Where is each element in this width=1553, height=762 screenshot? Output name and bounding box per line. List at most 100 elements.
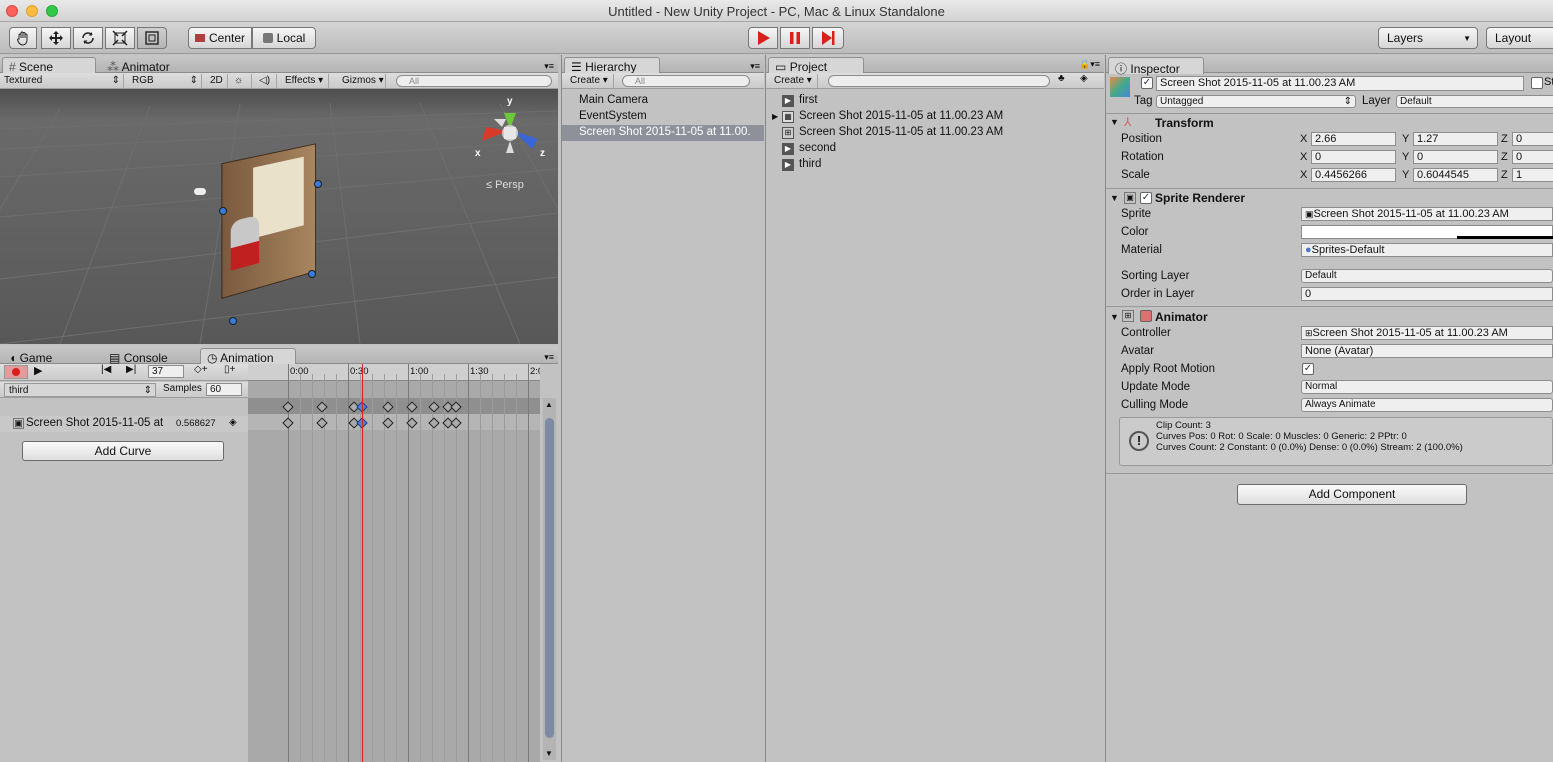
- dopesheet[interactable]: 0:00 0:30 1:00 1:30 2:00: [248, 364, 540, 762]
- frame-input[interactable]: 37: [148, 365, 184, 378]
- update-mode-dropdown[interactable]: Normal: [1301, 380, 1553, 394]
- scene-search-input[interactable]: All: [396, 75, 552, 87]
- rotation-y-input[interactable]: 0: [1413, 150, 1498, 164]
- layers-dropdown[interactable]: Layers ▼: [1378, 27, 1478, 49]
- step-button[interactable]: [812, 27, 844, 49]
- perspective-label[interactable]: ≤ Persp: [486, 179, 524, 191]
- effects-dropdown[interactable]: Effects ▾: [281, 74, 329, 88]
- layer-dropdown[interactable]: Default: [1396, 95, 1553, 108]
- timeline-scrollbar[interactable]: ▲ ▼: [543, 398, 556, 760]
- 2d-toggle[interactable]: 2D: [206, 74, 228, 88]
- panel-menu-icon[interactable]: ▾≡: [544, 61, 554, 72]
- axis-y-label[interactable]: Y: [1402, 169, 1409, 181]
- add-component-button[interactable]: Add Component: [1237, 484, 1467, 505]
- project-item[interactable]: third: [799, 158, 821, 170]
- static-checkbox[interactable]: [1531, 77, 1543, 89]
- rotation-z-input[interactable]: 0: [1512, 150, 1553, 164]
- lighting-toggle[interactable]: ☼: [230, 74, 252, 88]
- sprite-object[interactable]: [221, 143, 316, 300]
- pivot-local-button[interactable]: Local: [252, 27, 316, 49]
- tab-inspector[interactable]: ⓘ Inspector: [1108, 57, 1204, 76]
- object-name-input[interactable]: Screen Shot 2015-11-05 at 11.00.23 AM: [1156, 76, 1524, 91]
- axis-x-label[interactable]: X: [1300, 133, 1307, 145]
- move-tool-button[interactable]: [41, 27, 71, 49]
- rotation-x-input[interactable]: 0: [1311, 150, 1396, 164]
- hierarchy-selected-row[interactable]: Screen Shot 2015-11-05 at 11.00.: [562, 125, 764, 141]
- collapse-arrow-icon[interactable]: ▼: [1110, 117, 1119, 127]
- scale-y-input[interactable]: 0.6044545: [1413, 168, 1498, 182]
- panel-menu-icon[interactable]: ▾≡: [544, 352, 554, 363]
- collapse-arrow-icon[interactable]: ▼: [1110, 312, 1119, 322]
- project-search-input[interactable]: [828, 75, 1050, 87]
- play-button[interactable]: [748, 27, 778, 49]
- tab-project[interactable]: ▭ Project: [768, 57, 864, 74]
- tab-game[interactable]: ◖ Game: [2, 348, 98, 365]
- hierarchy-search-input[interactable]: All: [622, 75, 750, 87]
- axis-z-label[interactable]: Z: [1501, 169, 1508, 181]
- project-item[interactable]: Screen Shot 2015-11-05 at 11.00.23 AM: [799, 110, 1003, 122]
- samples-input[interactable]: 60: [206, 383, 242, 396]
- rect-handle[interactable]: [229, 317, 237, 325]
- avatar-field[interactable]: None (Avatar): [1301, 344, 1553, 358]
- axis-y-label[interactable]: Y: [1402, 151, 1409, 163]
- rect-handle[interactable]: [308, 270, 316, 278]
- sprite-field[interactable]: ▣Screen Shot 2015-11-05 at 11.00.23 AM: [1301, 207, 1553, 221]
- add-event-button[interactable]: ▯+: [224, 364, 235, 375]
- rotate-tool-button[interactable]: [73, 27, 103, 49]
- prev-key-button[interactable]: |◀: [101, 364, 111, 375]
- key-diamond-icon[interactable]: ◈: [229, 417, 237, 428]
- project-item[interactable]: second: [799, 142, 836, 154]
- tag-dropdown[interactable]: Untagged ⇕: [1156, 95, 1356, 108]
- project-item[interactable]: first: [799, 94, 818, 106]
- position-z-input[interactable]: 0: [1512, 132, 1553, 146]
- position-y-input[interactable]: 1.27: [1413, 132, 1498, 146]
- scale-tool-button[interactable]: [105, 27, 135, 49]
- axis-y-label[interactable]: Y: [1402, 133, 1409, 145]
- rect-handle[interactable]: [219, 207, 227, 215]
- axis-z-label[interactable]: Z: [1501, 133, 1508, 145]
- panel-menu-icon[interactable]: 🔒▾≡: [1079, 59, 1100, 70]
- filter-label-icon[interactable]: ◈: [1080, 73, 1088, 84]
- project-create-dropdown[interactable]: Create ▾: [770, 74, 818, 88]
- pause-button[interactable]: [780, 27, 810, 49]
- project-item[interactable]: Screen Shot 2015-11-05 at 11.00.23 AM: [799, 126, 1003, 138]
- scroll-down-icon[interactable]: ▼: [545, 749, 553, 758]
- scale-z-input[interactable]: 1: [1512, 168, 1553, 182]
- scroll-up-icon[interactable]: ▲: [545, 400, 553, 409]
- hierarchy-create-dropdown[interactable]: Create ▾: [566, 74, 614, 88]
- tab-animation[interactable]: ◷ Animation: [200, 348, 296, 365]
- add-curve-button[interactable]: Add Curve: [22, 441, 224, 461]
- pivot-center-button[interactable]: Center: [188, 27, 252, 49]
- scale-x-input[interactable]: 0.4456266: [1311, 168, 1396, 182]
- hierarchy-item[interactable]: EventSystem: [579, 110, 647, 122]
- hierarchy-item[interactable]: Main Camera: [579, 94, 648, 106]
- order-in-layer-input[interactable]: 0: [1301, 287, 1553, 301]
- color-swatch[interactable]: [1301, 225, 1553, 239]
- record-button[interactable]: [4, 365, 28, 379]
- controller-field[interactable]: ⊞Screen Shot 2015-11-05 at 11.00.23 AM: [1301, 326, 1553, 340]
- tab-console[interactable]: ▤ Console: [102, 348, 196, 365]
- render-mode-dropdown[interactable]: RGB ⇕: [128, 74, 202, 88]
- tab-animator[interactable]: ⁂ Animator: [100, 57, 180, 74]
- audio-toggle[interactable]: ◁): [255, 74, 277, 88]
- material-field[interactable]: ●Sprites-Default: [1301, 243, 1553, 257]
- collapse-arrow-icon[interactable]: ▼: [1110, 193, 1119, 203]
- position-x-input[interactable]: 2.66: [1311, 132, 1396, 146]
- apply-root-motion-checkbox[interactable]: ✓: [1302, 363, 1314, 375]
- active-checkbox[interactable]: ✓: [1141, 77, 1153, 89]
- panel-menu-icon[interactable]: ▾≡: [750, 61, 760, 72]
- tab-scene[interactable]: # Scene: [2, 57, 96, 74]
- property-row[interactable]: ▣ Screen Shot 2015-11-05 at 0.568627 ◈: [0, 416, 248, 432]
- filter-type-icon[interactable]: ♣: [1058, 73, 1065, 84]
- tab-hierarchy[interactable]: ☰ Hierarchy: [564, 57, 660, 74]
- scene-viewport[interactable]: y x z ≤ Persp: [0, 89, 558, 344]
- clip-dropdown[interactable]: third ⇕: [4, 383, 156, 397]
- hand-tool-button[interactable]: [9, 27, 37, 49]
- playhead[interactable]: [362, 364, 363, 762]
- animator-enabled-checkbox[interactable]: [1140, 310, 1152, 322]
- anim-play-button[interactable]: ▶: [34, 364, 42, 377]
- layout-dropdown[interactable]: Layout: [1486, 27, 1553, 49]
- expand-arrow-icon[interactable]: ▶: [772, 112, 778, 121]
- scroll-thumb[interactable]: [545, 418, 554, 738]
- axis-z-label[interactable]: Z: [1501, 151, 1508, 163]
